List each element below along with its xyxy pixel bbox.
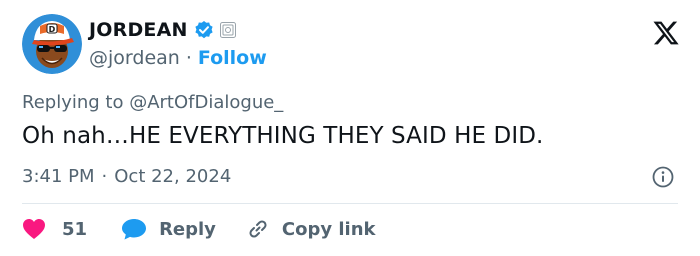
reply-button[interactable]: Reply [121,218,216,240]
like-count: 51 [62,218,88,240]
author-handle[interactable]: @jordean [89,47,180,69]
tweet-date: Oct 22, 2024 [114,166,232,187]
reply-context-prefix: Replying to [22,92,124,113]
heart-icon [23,219,45,239]
handle-separator: · [185,47,192,69]
author-name-row: JORDEAN [89,18,236,42]
tweet-timestamp[interactable]: 3:41 PM · Oct 22, 2024 [22,166,231,187]
tweet-card: D JORDEAN @jordean · Follow Replying to … [0,0,700,256]
reply-label: Reply [159,218,216,240]
avatar[interactable]: D [22,14,82,74]
timestamp-separator: · [101,166,108,187]
copy-link-label: Copy link [281,218,376,240]
verified-badge-icon [194,20,214,40]
reply-context: Replying to @ArtOfDialogue_ [22,92,283,113]
x-logo-icon[interactable] [652,19,680,47]
reply-bubble-icon [122,219,147,240]
handle-row: @jordean · Follow [89,47,267,69]
reply-mention-link[interactable]: @ArtOfDialogue_ [129,92,283,113]
like-button[interactable]: 51 [22,218,87,240]
action-bar: 51 Reply Copy link [22,216,376,242]
link-icon [249,220,267,238]
tweet-text: Oh nah…HE EVERYTHING THEY SAID HE DID. [22,123,544,149]
svg-text:D: D [49,25,56,34]
info-icon[interactable] [652,166,674,188]
divider [22,203,678,204]
display-name[interactable]: JORDEAN [89,19,188,41]
follow-button[interactable]: Follow [198,47,267,69]
affiliate-badge-icon[interactable] [219,22,236,38]
tweet-time: 3:41 PM [22,166,95,187]
copy-link-button[interactable]: Copy link [246,217,376,241]
